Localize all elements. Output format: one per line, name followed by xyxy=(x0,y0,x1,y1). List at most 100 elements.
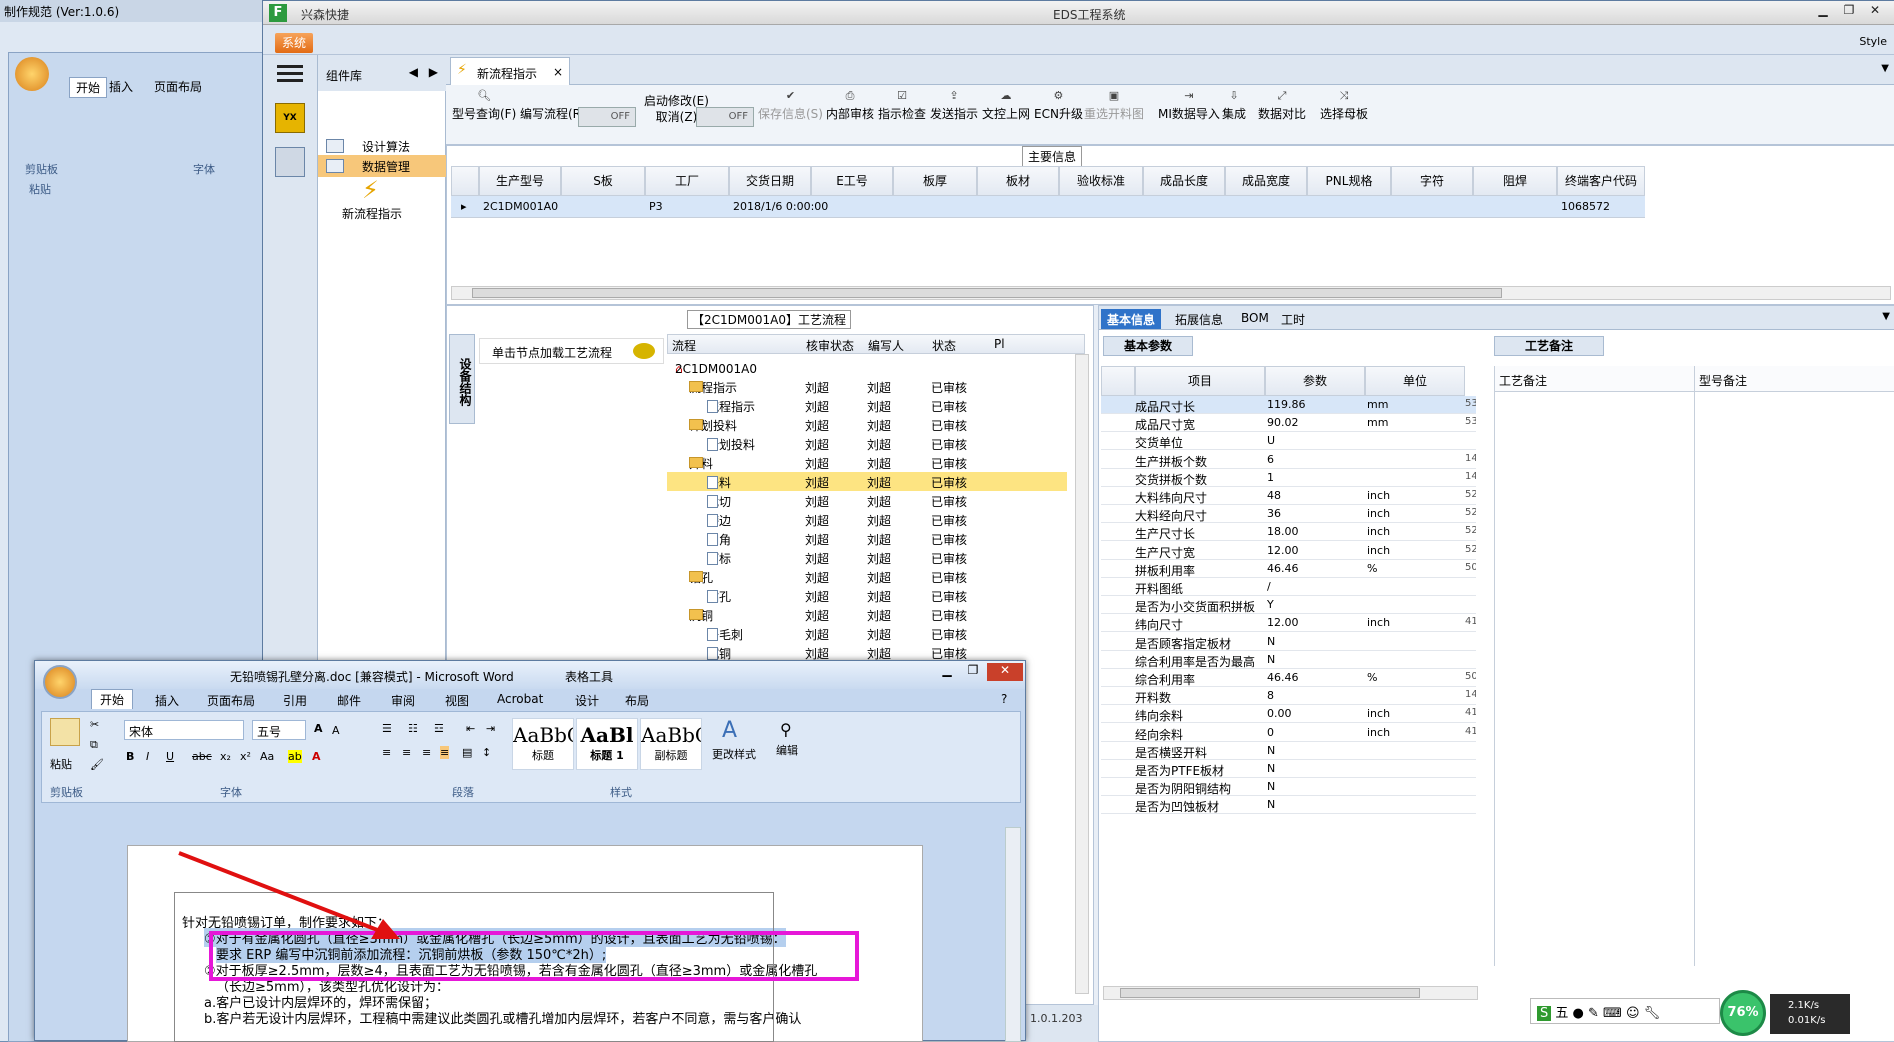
tree-row[interactable]: 打标 刘超 刘超 已审核 xyxy=(667,548,1067,567)
performance-gauge[interactable]: 76% xyxy=(1720,990,1766,1036)
tree-row[interactable]: 沉铜 刘超 刘超 已审核 xyxy=(667,605,1067,624)
nav-item-data-management[interactable]: 数据管理 xyxy=(318,155,446,177)
param-cell-v[interactable]: 48 xyxy=(1267,489,1367,502)
minimize-button[interactable]: ▁ xyxy=(1811,3,1835,21)
table-row[interactable]: 生产拼板个数 6 14 xyxy=(1101,451,1476,469)
param-cell-v[interactable]: N xyxy=(1267,780,1367,793)
word-vertical-scrollbar[interactable] xyxy=(1005,827,1021,1042)
param-cell-v[interactable]: N xyxy=(1267,653,1367,666)
param-header-value[interactable]: 参数 xyxy=(1265,366,1365,396)
grid-header[interactable]: 阻焊 xyxy=(1473,166,1557,196)
word-tab-design[interactable]: 设计 xyxy=(575,692,599,709)
hamburger-menu-icon[interactable] xyxy=(277,65,303,83)
vertical-scrollbar[interactable] xyxy=(1075,354,1089,994)
grid-cell[interactable]: P3 xyxy=(647,196,727,218)
grid-header[interactable]: PNL规格 xyxy=(1307,166,1391,196)
table-row[interactable]: 大料纬向尺寸 48 inch 52 xyxy=(1101,487,1476,505)
word-tab-references[interactable]: 引用 xyxy=(283,692,307,709)
superscript-button[interactable]: x² xyxy=(240,750,251,763)
param-cell-v[interactable]: 46.46 xyxy=(1267,562,1367,575)
model-notes-text[interactable] xyxy=(1695,392,1894,966)
grid-cell[interactable]: 2018/1/6 0:00:00 xyxy=(731,196,851,218)
table-row[interactable]: 综合利用率 46.46% 50 xyxy=(1101,669,1476,687)
tree-row[interactable]: 计划投料 刘超 刘超 已审核 xyxy=(667,415,1067,434)
grid-header[interactable]: 验收标准 xyxy=(1059,166,1143,196)
office-orb-icon[interactable] xyxy=(15,57,49,91)
grow-font-icon[interactable]: A xyxy=(314,722,323,735)
param-cell-v[interactable]: 119.86 xyxy=(1267,398,1367,411)
param-cell-v[interactable]: 46.46 xyxy=(1267,671,1367,684)
strikethrough-button[interactable]: abc xyxy=(192,750,212,763)
tree-row[interactable]: 开料 刘超 刘超 已审核 xyxy=(667,453,1067,472)
table-row[interactable]: 交货单位 U xyxy=(1101,432,1476,451)
tree-root[interactable]: ⌂ 2C1DM001A0 xyxy=(667,358,1067,377)
tree-row[interactable]: 磨边 刘超 刘超 已审核 xyxy=(667,510,1067,529)
word-tab-insert[interactable]: 插入 xyxy=(155,692,179,709)
param-cell-v[interactable]: N xyxy=(1267,744,1367,757)
align-left-icon[interactable]: ≡ xyxy=(382,746,391,759)
table-row[interactable]: 成品尺寸长 119.86 mm 53 xyxy=(1101,396,1476,414)
expand-right-icon[interactable]: ▶ xyxy=(429,65,438,79)
collapse-left-icon[interactable]: ◀ xyxy=(409,65,418,79)
select-template-button[interactable]: ⤨ 选择母板 xyxy=(1320,89,1368,139)
tree-row[interactable]: 流程指示 刘超 刘超 已审核 xyxy=(667,396,1067,415)
word-tab-layout2[interactable]: 布局 xyxy=(625,692,649,709)
bg-tab-insert[interactable]: 插入 xyxy=(109,78,133,95)
tree-row[interactable]: 钻孔 刘超 刘超 已审核 xyxy=(667,567,1067,586)
param-cell-v[interactable]: 1 xyxy=(1267,471,1367,484)
lightning-icon[interactable]: ⚡ xyxy=(362,177,386,203)
table-row[interactable]: 生产尺寸长 18.00 inch 52 xyxy=(1101,523,1476,542)
tree-row[interactable]: 计划投料 刘超 刘超 已审核 xyxy=(667,434,1067,453)
line-spacing-icon[interactable]: ↕ xyxy=(482,746,491,759)
style-heading1[interactable]: AaBl 标题 1 xyxy=(576,718,638,770)
cut-icon[interactable]: ✂ xyxy=(90,718,99,731)
change-case-button[interactable]: Aa xyxy=(260,750,274,763)
grid-header[interactable]: 工厂 xyxy=(645,166,729,196)
param-header-unit[interactable]: 单位 xyxy=(1365,366,1465,396)
param-cell-v[interactable]: N xyxy=(1267,798,1367,811)
modify-toggle[interactable]: OFF xyxy=(696,107,754,127)
word-tab-acrobat[interactable]: Acrobat xyxy=(497,692,543,706)
table-row[interactable]: 纬向余料 0.00 inch 41 xyxy=(1101,705,1476,724)
panel-dropdown-icon[interactable]: ▼ xyxy=(1882,311,1890,322)
numbering-icon[interactable]: ☷ xyxy=(408,722,418,735)
tree-col-writer[interactable]: 编写人 xyxy=(868,337,904,354)
table-row[interactable]: 拼板利用率 46.46% 50 xyxy=(1101,560,1476,578)
tree-col-process[interactable]: 流程 xyxy=(672,337,696,354)
close-button[interactable]: ✕ xyxy=(1863,3,1887,21)
tree-row[interactable]: 裁切 刘超 刘超 已审核 xyxy=(667,491,1067,510)
table-row[interactable]: 生产尺寸宽 12.00 inch 52 xyxy=(1101,542,1476,560)
tree-row[interactable]: 去毛刺 刘超 刘超 已审核 xyxy=(667,624,1067,643)
table-row[interactable]: 是否为阴阳铜结构 N xyxy=(1101,778,1476,797)
table-row[interactable]: 开料数 8 14 xyxy=(1101,687,1476,706)
instruction-check-button[interactable]: ☑ 指示检查 xyxy=(878,89,926,139)
bullets-icon[interactable]: ☰ xyxy=(382,722,392,735)
grid-header[interactable]: 生产型号 xyxy=(479,166,561,196)
font-color-icon[interactable]: A xyxy=(312,750,321,763)
scroll-thumb[interactable] xyxy=(1120,988,1420,998)
type-query-button[interactable]: 🔍︎ 型号查询(F) xyxy=(452,89,516,139)
internal-review-button[interactable]: ⎙ 内部审核 xyxy=(826,89,874,139)
integrate-button[interactable]: ⇩ 集成 xyxy=(1222,89,1246,139)
close-tab-icon[interactable]: × xyxy=(553,65,563,79)
write-process-toggle[interactable]: OFF xyxy=(578,107,636,127)
system-button[interactable]: 系统 xyxy=(275,33,313,53)
style-selector[interactable]: Style xyxy=(1859,35,1887,48)
table-row[interactable]: 是否为PTFE板材 N xyxy=(1101,760,1476,778)
table-row[interactable]: 大料经向尺寸 36 inch 52 xyxy=(1101,505,1476,524)
table-row[interactable]: 纬向尺寸 12.00 inch 41 xyxy=(1101,614,1476,633)
change-styles-button[interactable]: 更改样式 xyxy=(712,746,756,762)
param-cell-v[interactable]: Y xyxy=(1267,598,1367,611)
paste-icon[interactable] xyxy=(50,718,80,746)
shrink-font-icon[interactable]: A xyxy=(332,724,340,737)
tree-row[interactable]: 开料 刘超 刘超 已审核 xyxy=(667,472,1067,491)
bold-button[interactable]: B xyxy=(126,750,134,763)
mi-import-button[interactable]: ⇥ MI数据导入 xyxy=(1158,89,1220,139)
param-cell-v[interactable]: 0 xyxy=(1267,726,1367,739)
nav-item-design-algorithm[interactable]: 设计算法 xyxy=(318,135,446,157)
table-row[interactable]: 经向余料 0 inch 41 xyxy=(1101,724,1476,742)
word-tab-view[interactable]: 视图 xyxy=(445,692,469,709)
bg-tab-layout[interactable]: 页面布局 xyxy=(154,78,202,95)
table-row[interactable]: 成品尺寸宽 90.02 mm 53 xyxy=(1101,414,1476,433)
param-cell-v[interactable]: / xyxy=(1267,580,1367,593)
